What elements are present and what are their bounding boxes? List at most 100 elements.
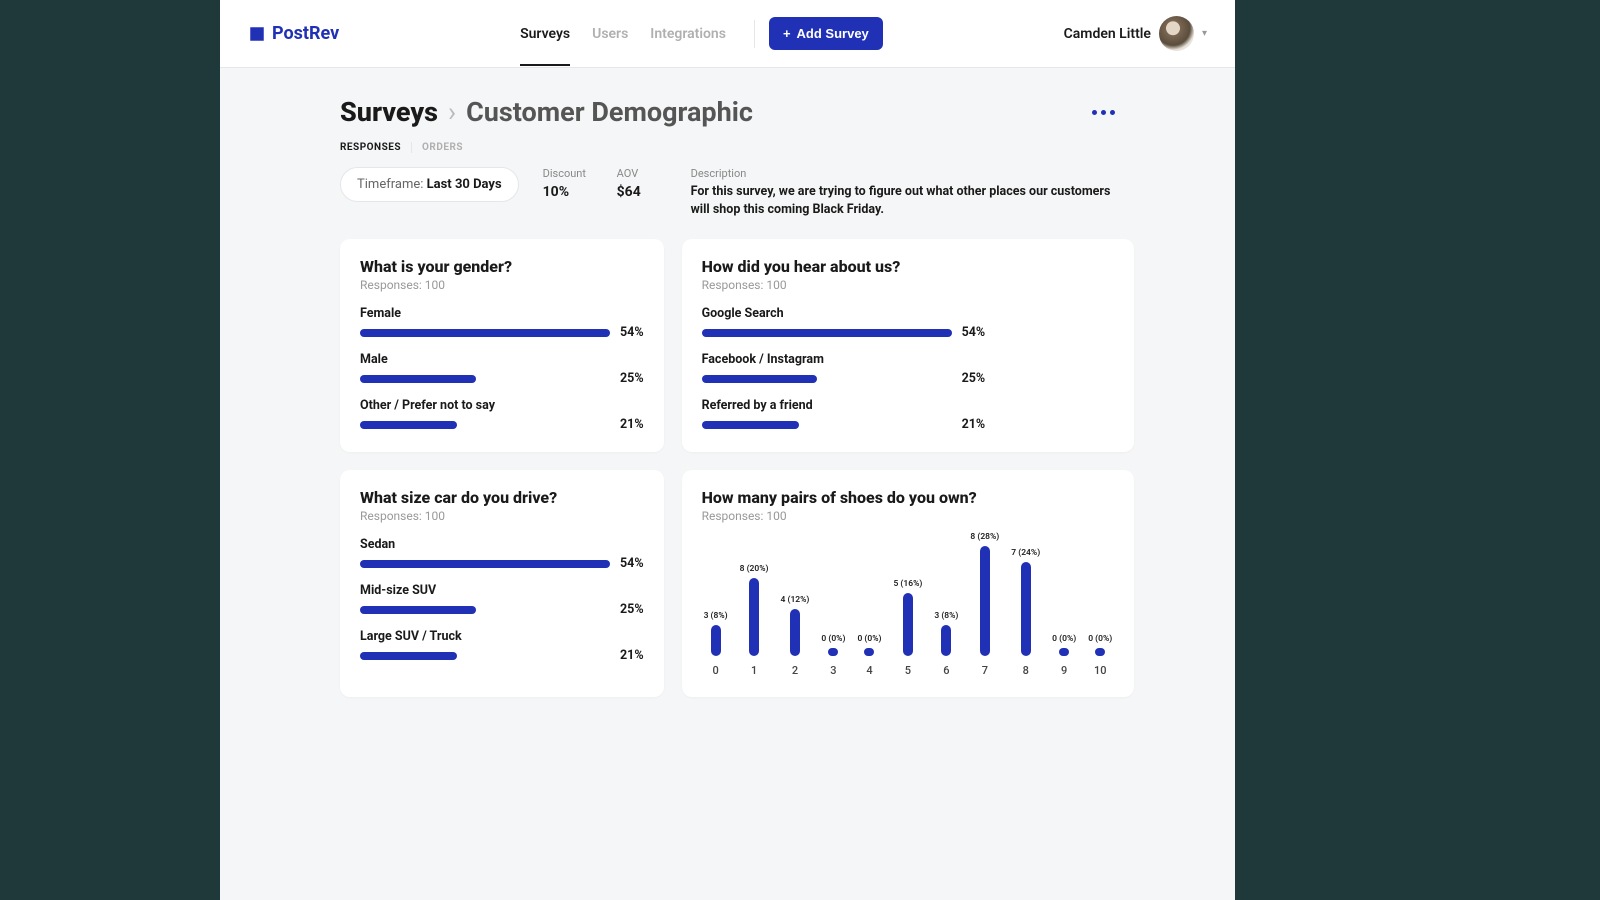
main-nav: Surveys Users Integrations [520,2,726,66]
hist-top-label: 0 (0%) [1052,634,1076,644]
metric-value: For this survey, we are trying to figure… [691,183,1115,219]
metric-discount: Discount 10% [543,167,593,200]
bar-fill [360,652,457,660]
bar-label: Sedan [360,537,644,552]
subtab-responses[interactable]: RESPONSES [340,142,412,153]
bar-row: Male25% [360,352,644,386]
card-title: What size car do you drive? [360,488,644,507]
hist-top-label: 3 (8%) [704,611,728,621]
brand-icon [248,25,266,43]
bar-value: 25% [620,602,644,617]
hist-x-label: 3 [830,664,836,677]
app-window: PostRev Surveys Users Integrations + Add S… [220,0,1235,900]
plus-icon: + [783,26,791,41]
hist-column: 4 (12%) 2 [781,595,810,677]
bar-value: 54% [620,325,644,340]
hist-x-label: 5 [905,664,911,677]
bar-fill [702,421,799,429]
hist-top-label: 0 (0%) [1088,634,1112,644]
bar-fill [360,606,476,614]
card-title: What is your gender? [360,257,644,276]
breadcrumb-current: Customer Demographic [466,96,753,128]
bar-row: Sedan54% [360,537,644,571]
hist-bar [1021,562,1031,656]
bar-label: Mid-size SUV [360,583,644,598]
hist-column: 3 (8%)0 [704,611,728,677]
card-title: How did you hear about us? [702,257,1115,276]
hist-top-label: 0 (0%) [857,634,881,644]
bar-track [360,560,610,568]
bar-track [360,421,610,429]
bar-track [360,375,610,383]
bar-value: 25% [620,371,644,386]
bar-value: 21% [620,648,644,663]
hist-x-label: 10 [1094,664,1107,677]
bar-row: Large SUV / Truck 21% [360,629,644,663]
page-content: Surveys › Customer Demographic RESPONSES… [220,68,1235,900]
hist-x-label: 8 [1023,664,1029,677]
card-car-size: What size car do you drive? Responses: 1… [340,470,664,697]
hist-column: 8 (20%) 1 [740,564,769,678]
hist-x-label: 2 [792,664,798,677]
bar-value: 21% [962,417,986,432]
bar-value: 21% [620,417,644,432]
timeframe-selector[interactable]: Timeframe: Last 30 Days [340,167,519,202]
metric-aov: AOV $64 [617,167,667,200]
hist-column: 5 (16%)5 [893,579,922,677]
nav-surveys[interactable]: Surveys [520,2,570,66]
card-responses: Responses: 100 [360,278,644,292]
bar-value: 25% [962,371,986,386]
bar-row: Google Search54% [702,306,1115,340]
user-menu[interactable]: Camden Little ▾ [1064,16,1207,51]
hist-bar [1095,648,1105,656]
bar-row: Facebook / Instagram 25% [702,352,1115,386]
bar-row: Referred by a friend21% [702,398,1115,432]
bar-label: Facebook / Instagram [702,352,1115,367]
nav-integrations[interactable]: Integrations [650,2,726,66]
bar-label: Large SUV / Truck [360,629,644,644]
hist-column: 8 (28%)7 [970,532,999,677]
hist-top-label: 8 (20%) [740,564,769,574]
bar-track [360,652,610,660]
nav-divider [754,20,755,48]
bar-label: Other / Prefer not to say [360,398,644,413]
topbar: PostRev Surveys Users Integrations + Add S… [220,0,1235,68]
hist-top-label: 3 (8%) [934,611,958,621]
subtab-orders[interactable]: ORDERS [422,142,473,153]
metric-value: 10% [543,184,593,200]
bar-fill [360,421,457,429]
hist-column: 7 (24%)8 [1011,548,1040,677]
hist-x-label: 1 [751,664,757,677]
more-actions-button[interactable] [1092,110,1115,115]
bar-fill [702,329,952,337]
timeframe-label: Timeframe: [357,177,423,192]
card-responses: Responses: 100 [360,509,644,523]
hist-column: 0 (0%) 9 [1052,634,1076,677]
bar-value: 54% [962,325,986,340]
card-responses: Responses: 100 [702,509,1115,523]
hist-x-label: 9 [1061,664,1067,677]
add-survey-label: Add Survey [797,26,869,41]
hist-bar [790,609,800,656]
hist-bar [1059,648,1069,656]
avatar [1159,16,1194,51]
user-name: Camden Little [1064,26,1151,42]
metric-label: AOV [617,167,667,180]
chevron-right-icon: › [448,96,456,128]
hist-column: 0 (0%) 10 [1088,634,1112,677]
hist-top-label: 4 (12%) [781,595,810,605]
add-survey-button[interactable]: + Add Survey [769,17,883,50]
controls-row: Timeframe: Last 30 Days Discount 10% AOV… [340,167,1115,219]
breadcrumb-root[interactable]: Surveys [340,96,438,128]
shoes-histogram: 3 (8%)0 8 (20%) 1 4 (12%) 2 0 (0%) 3 0 (0%) 4 5 (… [702,537,1115,677]
nav-users[interactable]: Users [592,2,628,66]
hist-bar [903,593,913,656]
card-shoes: How many pairs of shoes do you own? Resp… [682,470,1135,697]
rows: Sedan54% Mid-size SUV 25% Large SUV / Truck… [360,537,644,663]
brand-logo[interactable]: PostRev [248,23,339,44]
metric-description: Description For this survey, we are tryi… [691,167,1115,219]
metric-label: Discount [543,167,593,180]
hist-bar [941,625,951,656]
hist-x-label: 4 [866,664,872,677]
subtabs: RESPONSES ORDERS [340,142,1115,153]
